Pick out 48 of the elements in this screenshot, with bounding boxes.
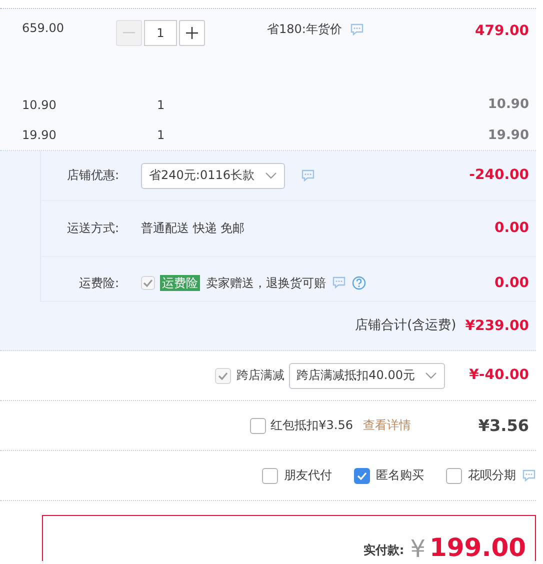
total-label: 店铺合计(含运费) (355, 318, 456, 334)
amount-text: 0.00 (494, 274, 530, 292)
quantity-field[interactable]: 1 (144, 20, 177, 46)
coupon-select[interactable]: 省240元:0116长款 (141, 162, 284, 188)
payment-amount: 199.00 (430, 535, 526, 560)
option-label: 朋友代付 (284, 468, 332, 483)
subtotal-text: 10.90 (486, 97, 530, 113)
promo-text: 省180:年货价 (267, 22, 342, 36)
deduction-label: 红包抵扣¥3.56 (270, 418, 353, 433)
price-text: 19.90 (21, 128, 58, 143)
checkbox[interactable] (262, 468, 278, 484)
checkbox[interactable] (354, 468, 370, 484)
chat-icon (300, 169, 314, 182)
insurance-tag: 运费险 (160, 274, 200, 292)
amount-text: -240.00 (469, 167, 530, 184)
insurance-text: 卖家赠送，退换货可赔 (206, 276, 326, 290)
discount-label: 跨店满减 (236, 368, 285, 383)
payment-label: 实付款: (363, 542, 404, 557)
chat-icon (332, 276, 346, 290)
check-icon (357, 472, 367, 480)
option-label: 花呗分期 (468, 468, 516, 483)
field-label: 店铺优惠: (66, 168, 119, 183)
field-label: 运费险: (78, 276, 119, 290)
amount-text: 0.00 (494, 220, 530, 237)
subtotal-text: 479.00 (474, 22, 530, 40)
total-amount: ¥239.00 (465, 318, 529, 334)
price-text: 10.90 (21, 98, 58, 112)
discount-amount: ¥-40.00 (468, 367, 529, 384)
shipping-text: 普通配送 快递 免邮 (141, 221, 245, 236)
help-icon (352, 276, 366, 290)
check-icon (218, 372, 228, 380)
field-label: 运送方式: (66, 221, 119, 236)
minus-icon (123, 32, 135, 34)
option-label: 匿名购买 (376, 468, 424, 483)
checkbox[interactable] (250, 418, 266, 434)
checkbox[interactable] (446, 468, 462, 484)
caret-icon (425, 372, 437, 380)
caret-icon (264, 172, 276, 180)
plus-icon (186, 27, 198, 39)
currency-sign: ¥ (410, 537, 426, 561)
chat-icon (350, 22, 364, 36)
quantity-text: 1 (156, 128, 165, 143)
plus-button[interactable] (179, 20, 205, 46)
deduction-amount: ¥3.56 (477, 416, 529, 436)
price-text: 659.00 (21, 20, 65, 36)
subtotal-text: 19.90 (486, 128, 530, 144)
check-icon (143, 278, 153, 287)
quantity-text: 1 (156, 98, 165, 112)
